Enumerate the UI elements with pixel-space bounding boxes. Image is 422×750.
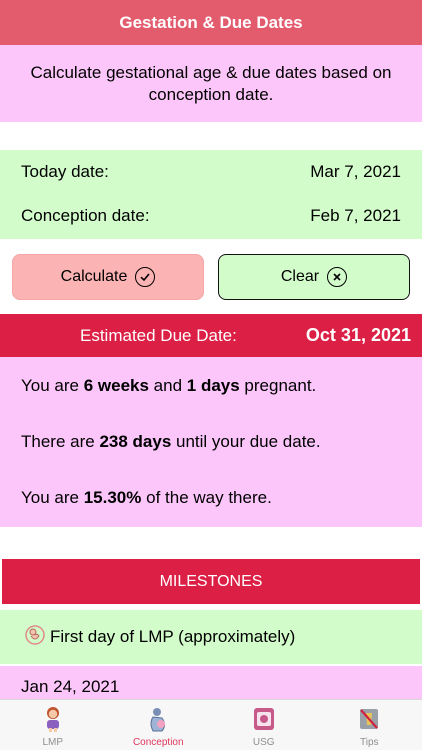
calculate-button[interactable]: Calculate [12, 254, 204, 300]
check-circle-icon [135, 267, 156, 287]
page-title: Gestation & Due Dates [119, 12, 303, 32]
x-circle-icon [327, 267, 348, 287]
milestone-item: First day of LMP (approximately) [0, 610, 422, 664]
stat-text: You are [21, 488, 84, 507]
fetus-icon [24, 624, 46, 651]
woman-icon [40, 705, 66, 733]
clear-button-label: Clear [280, 268, 320, 285]
tab-usg[interactable]: USG [211, 700, 317, 750]
weeks-value: 6 weeks [83, 376, 149, 395]
pregnancy-stats-panel: You are 6 weeks and 1 days pregnant. The… [0, 357, 422, 527]
stat-text: You are [21, 376, 84, 395]
stat-text: until your due date. [171, 432, 321, 451]
tab-tips[interactable]: Tips [317, 700, 422, 750]
ultrasound-icon [251, 705, 277, 733]
due-date-bar: Estimated Due Date: Oct 31, 2021 [0, 314, 422, 357]
tab-lmp[interactable]: LMP [0, 700, 106, 750]
stat-text: There are [21, 432, 100, 451]
milestone-date-value: Jan 24, 2021 [21, 677, 120, 696]
dates-panel: Today date: Mar 7, 2021 Conception date:… [0, 150, 422, 239]
today-date-value[interactable]: Mar 7, 2021 [310, 162, 401, 182]
weeks-days-stat: You are 6 weeks and 1 days pregnant. [21, 376, 316, 396]
stat-text: and [148, 376, 187, 395]
today-date-row[interactable]: Today date: Mar 7, 2021 [21, 161, 401, 183]
conception-date-row[interactable]: Conception date: Feb 7, 2021 [21, 205, 401, 227]
tab-tips-label: Tips [359, 737, 379, 748]
tab-conception-label: Conception [132, 737, 184, 748]
milestone-label: First day of LMP (approximately) [50, 627, 296, 646]
days-remaining-value: 238 days [99, 432, 172, 451]
progress-percent-value: 15.30% [83, 488, 142, 507]
intro-panel: Calculate gestational age & due dates ba… [0, 45, 422, 122]
days-remaining-stat: There are 238 days until your due date. [21, 432, 321, 452]
conception-date-label: Conception date: [21, 206, 150, 225]
stat-text: pregnant. [239, 376, 317, 395]
clear-button[interactable]: Clear [218, 254, 410, 300]
tab-usg-label: USG [252, 737, 275, 748]
progress-percent-stat: You are 15.30% of the way there. [21, 488, 272, 508]
days-value: 1 days [186, 376, 240, 395]
intro-text: Calculate gestational age & due dates ba… [30, 62, 392, 104]
due-date-label: Estimated Due Date: [80, 326, 237, 345]
tab-conception[interactable]: Conception [106, 700, 212, 750]
no-alcohol-icon [356, 705, 382, 733]
tab-lmp-label: LMP [42, 737, 64, 748]
conception-date-value[interactable]: Feb 7, 2021 [310, 206, 401, 226]
milestones-header: MILESTONES [2, 559, 420, 604]
page-header: Gestation & Due Dates [0, 0, 422, 45]
milestones-title: MILESTONES [159, 572, 263, 590]
tab-bar: LMP Conception USG Tips [0, 699, 422, 750]
due-date-value: Oct 31, 2021 [305, 325, 411, 345]
stat-text: of the way there. [141, 488, 272, 507]
pregnant-icon [145, 705, 171, 733]
calculate-button-label: Calculate [60, 268, 128, 285]
today-date-label: Today date: [21, 162, 109, 181]
milestone-date: Jan 24, 2021 [0, 666, 422, 700]
